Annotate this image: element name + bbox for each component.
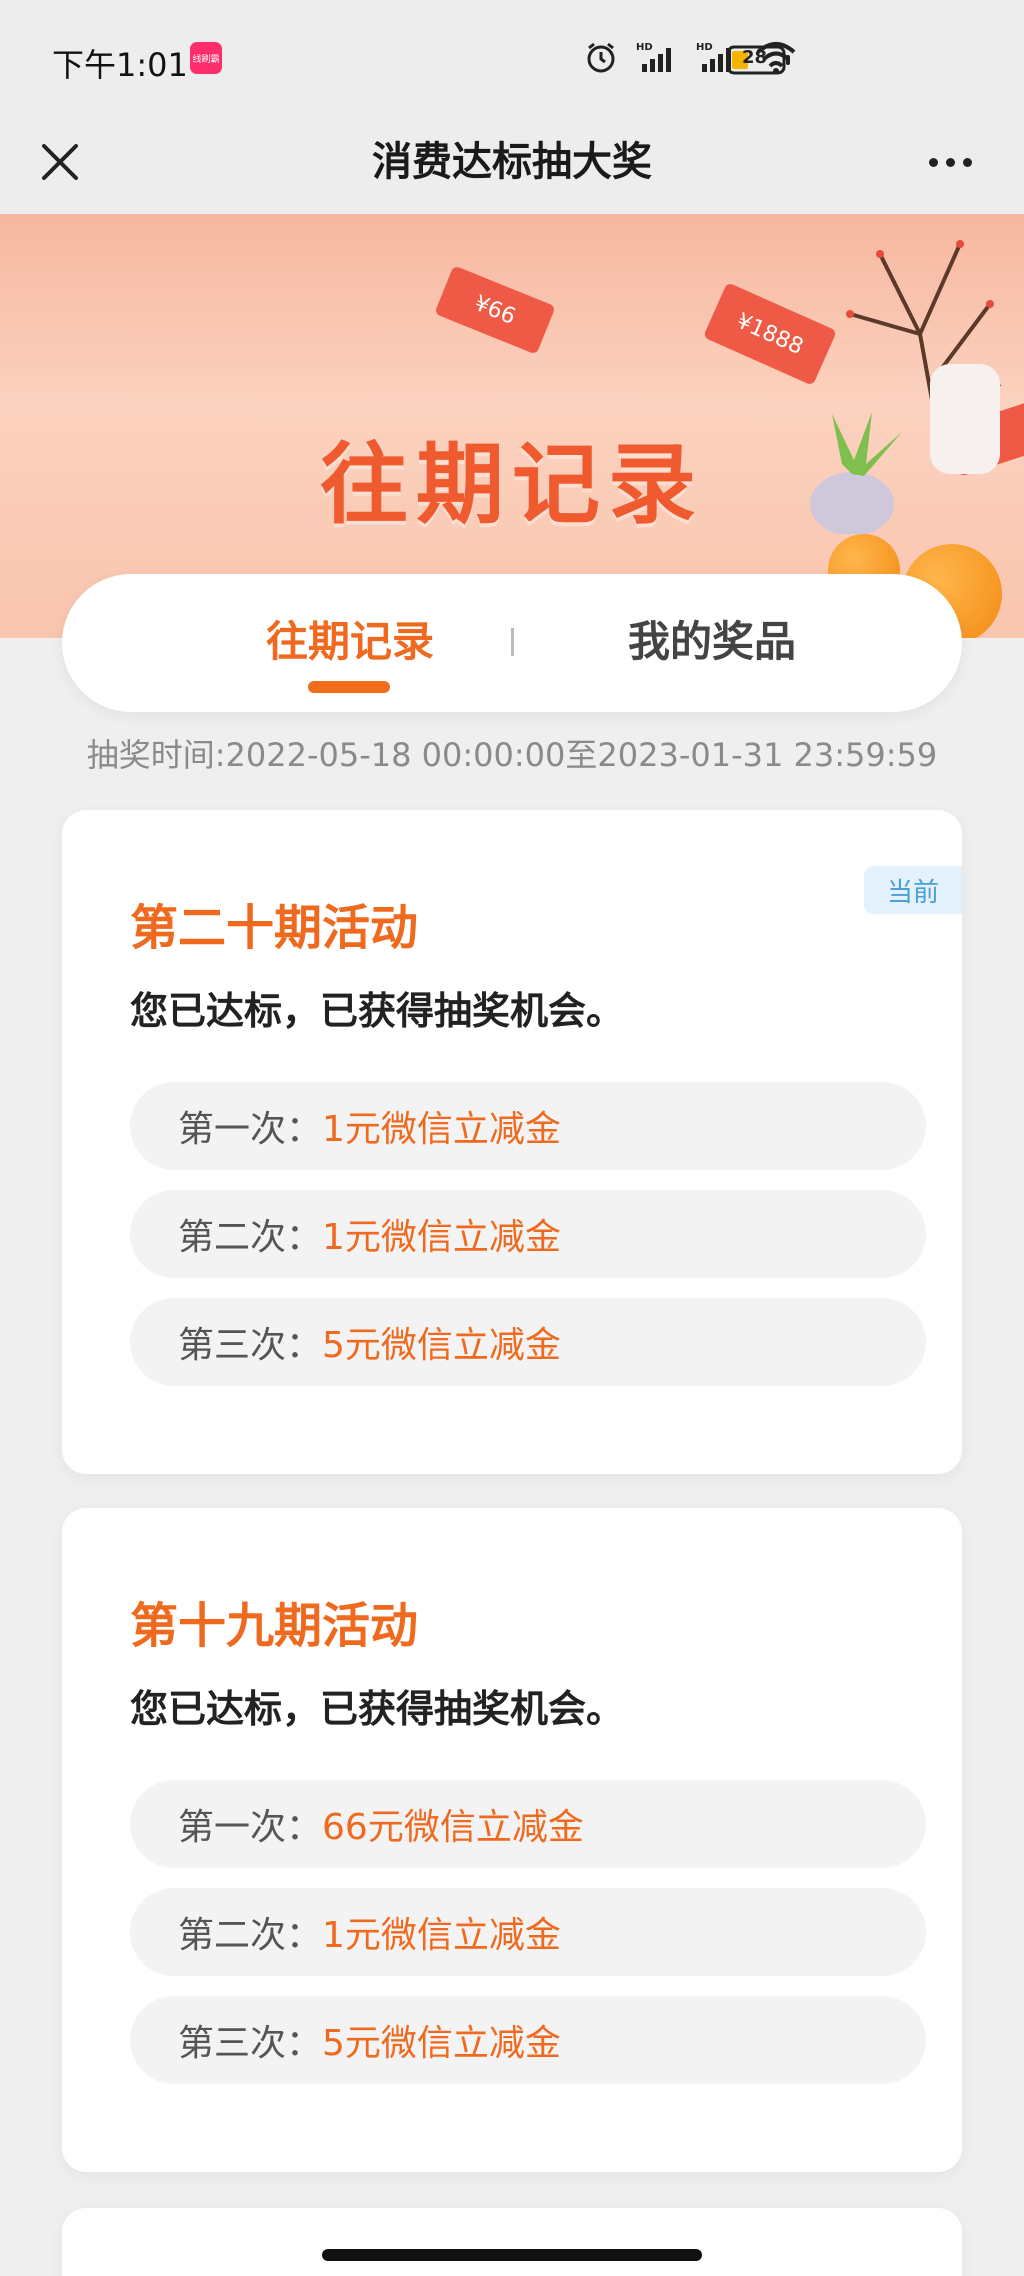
- tab-past-records[interactable]: 往期记录: [200, 602, 500, 682]
- svg-text:HD: HD: [696, 42, 713, 53]
- more-dot-icon: [945, 157, 955, 167]
- draw-label: 第二次：: [178, 1217, 323, 1258]
- draw-label: 第一次：: [178, 1807, 323, 1848]
- tab-active-indicator: [308, 681, 390, 693]
- draw-list: 第一次： 1元微信立减金 第二次： 1元微信立减金 第三次： 5元微信立减金: [130, 1082, 926, 1406]
- signal-hd-icon: HD: [636, 42, 671, 72]
- draw-prize: 1元微信立减金: [322, 1109, 561, 1150]
- ticket-illustration: ¥66: [434, 265, 556, 355]
- activity-title: 第二十期活动: [130, 900, 419, 956]
- tab-my-prizes[interactable]: 我的奖品: [562, 602, 862, 682]
- svg-text:HD: HD: [636, 42, 653, 53]
- draw-label: 第一次：: [178, 1109, 323, 1150]
- draw-row: 第二次： 1元微信立减金: [130, 1888, 926, 1976]
- app-badge-icon: 线刷霸: [190, 42, 222, 74]
- alarm-icon: [587, 42, 615, 73]
- home-indicator[interactable]: [322, 2249, 702, 2261]
- draw-prize: 5元微信立减金: [322, 1325, 561, 1366]
- battery-icon: 28: [726, 44, 792, 80]
- tab-bar: 往期记录 我的奖品: [62, 574, 962, 712]
- activity-card: 第十九期活动 您已达标，已获得抽奖机会。 第一次： 66元微信立减金 第二次： …: [62, 1508, 962, 2172]
- draw-list: 第一次： 66元微信立减金 第二次： 1元微信立减金 第三次： 5元微信立减金: [130, 1780, 926, 2104]
- page-title: 消费达标抽大奖: [372, 139, 652, 185]
- draw-prize: 5元微信立减金: [322, 2023, 561, 2064]
- activity-status: 您已达标，已获得抽奖机会。: [130, 989, 625, 1033]
- tab-divider: [511, 628, 514, 656]
- more-dot-icon: [928, 157, 938, 167]
- ticket-illustration: ¥1888: [702, 282, 838, 386]
- activity-title: 第十九期活动: [130, 1598, 419, 1654]
- more-button[interactable]: [910, 130, 990, 194]
- activity-card: 当前 第二十期活动 您已达标，已获得抽奖机会。 第一次： 1元微信立减金 第二次…: [62, 810, 962, 1474]
- draw-prize: 1元微信立减金: [322, 1217, 561, 1258]
- draw-row: 第一次： 1元微信立减金: [130, 1082, 926, 1170]
- lottery-time: 抽奖时间:2022-05-18 00:00:00至2023-01-31 23:5…: [86, 736, 938, 774]
- banner-title: 往期记录: [319, 433, 704, 536]
- draw-label: 第二次：: [178, 1915, 323, 1956]
- draw-prize: 1元微信立减金: [322, 1915, 561, 1956]
- draw-row: 第三次： 5元微信立减金: [130, 1298, 926, 1386]
- draw-row: 第二次： 1元微信立减金: [130, 1190, 926, 1278]
- more-dot-icon: [962, 157, 972, 167]
- current-badge: 当前: [864, 866, 962, 914]
- draw-prize: 66元微信立减金: [322, 1807, 584, 1848]
- draw-label: 第三次：: [178, 1325, 323, 1366]
- activity-card: [62, 2208, 962, 2276]
- draw-row: 第三次： 5元微信立减金: [130, 1996, 926, 2084]
- draw-row: 第一次： 66元微信立减金: [130, 1780, 926, 1868]
- activity-status: 您已达标，已获得抽奖机会。: [130, 1687, 625, 1731]
- battery-level: 28: [742, 47, 768, 68]
- draw-label: 第三次：: [178, 2023, 323, 2064]
- status-time: 下午1:01: [52, 46, 188, 84]
- nav-bar: 消费达标抽大奖: [0, 110, 1024, 214]
- status-bar: 下午1:01 线刷霸 HD HD 28: [0, 0, 1024, 110]
